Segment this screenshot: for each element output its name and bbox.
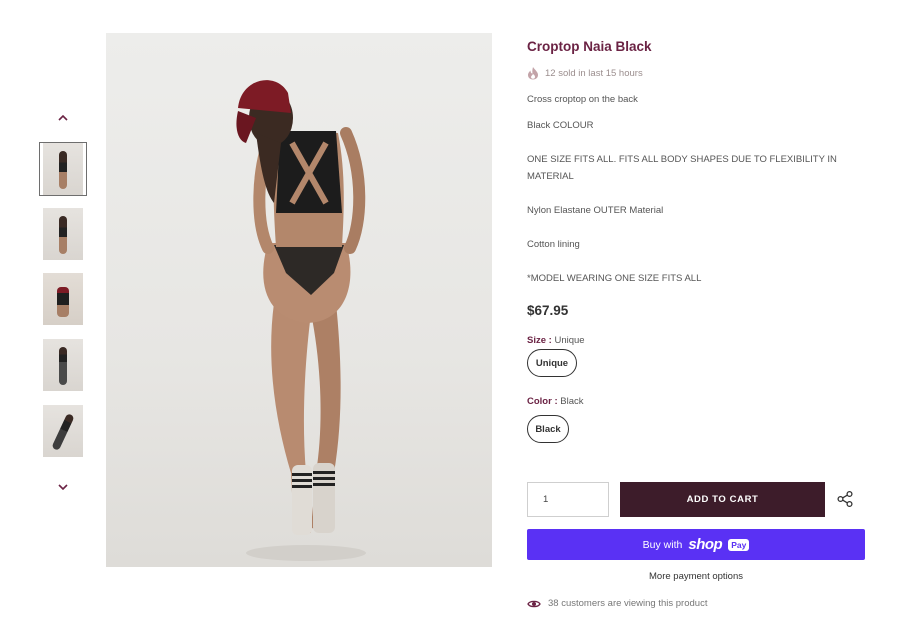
chevron-up-icon bbox=[58, 115, 68, 121]
color-option-label: Color : Black bbox=[527, 396, 583, 407]
thumbnail-5[interactable] bbox=[39, 404, 87, 458]
thumbnail-prev-button[interactable] bbox=[54, 110, 72, 126]
description-line-3: ONE SIZE FITS ALL. FITS ALL BODY SHAPES … bbox=[527, 154, 837, 182]
product-title: Croptop Naia Black bbox=[527, 39, 652, 54]
pay-badge: Pay bbox=[728, 538, 750, 551]
size-selected-value: Unique bbox=[554, 335, 585, 346]
size-swatch-unique[interactable]: Unique bbox=[527, 349, 577, 377]
sold-text: 12 sold in last 15 hours bbox=[545, 67, 643, 79]
viewing-text: 38 customers are viewing this product bbox=[548, 598, 708, 609]
viewing-indicator: 38 customers are viewing this product bbox=[527, 598, 707, 609]
sold-indicator: 12 sold in last 15 hours bbox=[527, 66, 643, 80]
eye-icon bbox=[527, 600, 541, 607]
shop-pay-button[interactable]: Buy with shop Pay bbox=[527, 529, 865, 560]
thumbnail-2[interactable] bbox=[39, 207, 87, 261]
thumbnail-3[interactable] bbox=[39, 272, 87, 326]
color-selected-value: Black bbox=[560, 396, 584, 407]
color-swatch-black[interactable]: Black bbox=[527, 415, 569, 443]
shop-wordmark: shop bbox=[688, 536, 723, 553]
description-line-5: Cotton lining bbox=[527, 239, 580, 250]
main-product-image[interactable] bbox=[106, 33, 492, 567]
description-line-4: Nylon Elastane OUTER Material bbox=[527, 205, 664, 216]
share-button[interactable] bbox=[836, 490, 854, 508]
thumbnail-4[interactable] bbox=[39, 338, 87, 392]
flame-icon bbox=[528, 67, 538, 80]
product-price: $67.95 bbox=[527, 303, 569, 318]
thumbnail-next-button[interactable] bbox=[54, 479, 72, 495]
add-to-cart-button[interactable]: ADD TO CART bbox=[620, 482, 825, 517]
color-key: Color : bbox=[527, 396, 558, 407]
description-line-1: Cross croptop on the back bbox=[527, 94, 638, 105]
quantity-input[interactable] bbox=[527, 482, 609, 517]
buy-with-label: Buy with bbox=[642, 538, 683, 551]
thumbnail-1[interactable] bbox=[39, 142, 87, 196]
size-key: Size : bbox=[527, 335, 552, 346]
more-payment-options-link[interactable]: More payment options bbox=[527, 571, 865, 582]
description-line-2: Black COLOUR bbox=[527, 120, 594, 131]
size-option-label: Size : Unique bbox=[527, 335, 585, 346]
description-line-6: *MODEL WEARING ONE SIZE FITS ALL bbox=[527, 273, 702, 284]
share-icon bbox=[837, 490, 853, 508]
chevron-down-icon bbox=[58, 484, 68, 490]
